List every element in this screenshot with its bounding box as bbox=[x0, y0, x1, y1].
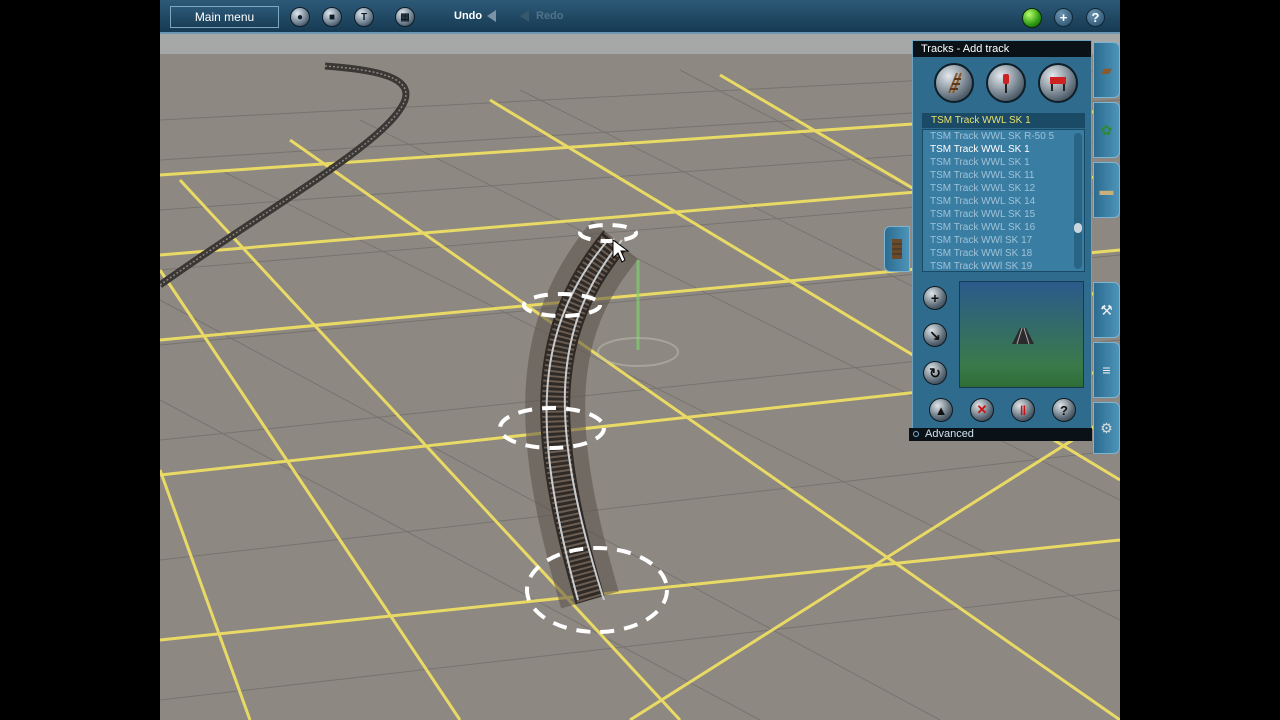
terrain-icon: ▰ bbox=[1101, 61, 1112, 78]
layers-icon: ≡ bbox=[1102, 362, 1111, 378]
list-item[interactable]: TSM Track WWl SK 19 bbox=[923, 260, 1084, 273]
list-item[interactable]: TSM Track WWl SK 17 bbox=[923, 234, 1084, 247]
undo-label[interactable]: Undo bbox=[454, 10, 482, 22]
tracks-panel: Tracks - Add track TSM Track WWL SK 1 TS… bbox=[912, 40, 1092, 440]
main-menu-button[interactable]: Main menu bbox=[170, 6, 279, 28]
list-item[interactable]: TSM Track WWL SK R-50 5 bbox=[923, 130, 1084, 143]
wrench-icon: ⚒ bbox=[1100, 301, 1113, 318]
redo-arrow-icon bbox=[520, 10, 529, 22]
track-preview bbox=[959, 281, 1084, 388]
top-toolbar: Main menu ● ■ T ▦ Undo Redo + ? bbox=[160, 0, 1120, 34]
tools-icon[interactable]: T bbox=[354, 7, 374, 27]
advanced-radio-icon bbox=[913, 431, 919, 437]
zoom-in-button[interactable]: + bbox=[923, 286, 947, 310]
list-item[interactable]: TSM Track WWL SK 15 bbox=[923, 208, 1084, 221]
panel-title: Tracks - Add track bbox=[913, 41, 1091, 57]
list-item[interactable]: TSM Track WWL SK 1 bbox=[923, 143, 1084, 156]
fire-tool-button[interactable]: ▲ bbox=[929, 398, 953, 422]
tree-icon: ✿ bbox=[1100, 121, 1113, 138]
signal-icon bbox=[1003, 74, 1009, 93]
track-preview-image bbox=[1012, 327, 1034, 345]
delete-button[interactable]: ✕ bbox=[970, 398, 994, 422]
terrain-tab[interactable]: ▰ bbox=[1093, 42, 1120, 98]
add-buffer-button[interactable] bbox=[1038, 63, 1078, 103]
globe-icon[interactable]: ● bbox=[290, 7, 310, 27]
list-item[interactable]: TSM Track WWL SK 14 bbox=[923, 195, 1084, 208]
grid-icon[interactable]: ▦ bbox=[395, 7, 415, 27]
selected-track-label: TSM Track WWL SK 1 bbox=[922, 113, 1085, 128]
track-piece-icon bbox=[892, 239, 902, 259]
track-list[interactable]: TSM Track WWL SK R-50 5 TSM Track WWL SK… bbox=[922, 129, 1085, 272]
layers-tab[interactable]: ≡ bbox=[1093, 342, 1120, 398]
curve-tool-button[interactable]: ↘ bbox=[923, 323, 947, 347]
add-icon[interactable]: + bbox=[1054, 8, 1073, 27]
rotate-tool-button[interactable]: ↻ bbox=[923, 361, 947, 385]
status-light-icon[interactable] bbox=[1022, 8, 1042, 28]
help-icon[interactable]: ? bbox=[1086, 8, 1105, 27]
add-signal-button[interactable] bbox=[986, 63, 1026, 103]
stop-icon[interactable]: ■ bbox=[322, 7, 342, 27]
list-item[interactable]: TSM Track WWL SK 11 bbox=[923, 169, 1084, 182]
list-scrollbar[interactable] bbox=[1074, 133, 1082, 269]
tools-tab[interactable]: ⚒ bbox=[1093, 282, 1120, 338]
split-tool-button[interactable]: ‖ bbox=[1011, 398, 1035, 422]
track-tool-tab[interactable] bbox=[884, 226, 910, 272]
list-item[interactable]: TSM Track WWL SK 16 bbox=[923, 221, 1084, 234]
list-item[interactable]: TSM Track WWL SK 1 bbox=[923, 156, 1084, 169]
tracks-tab[interactable]: ▬ bbox=[1093, 162, 1120, 218]
redo-label: Redo bbox=[536, 10, 564, 22]
list-item[interactable]: TSM Track WWL SK 12 bbox=[923, 182, 1084, 195]
advanced-toggle[interactable]: Advanced bbox=[909, 428, 1092, 441]
objects-tab[interactable]: ✿ bbox=[1093, 102, 1120, 158]
advanced-label: Advanced bbox=[925, 428, 974, 440]
undo-arrow-icon[interactable] bbox=[487, 10, 496, 22]
add-track-button[interactable] bbox=[934, 63, 974, 103]
gear-icon: ⚙ bbox=[1100, 419, 1113, 436]
track-icon: ▬ bbox=[1099, 182, 1114, 198]
settings-tab[interactable]: ⚙ bbox=[1093, 402, 1120, 454]
list-item[interactable]: TSM Track WWl SK 18 bbox=[923, 247, 1084, 260]
scroll-thumb[interactable] bbox=[1074, 223, 1082, 233]
track-ladder-icon bbox=[948, 72, 962, 94]
panel-help-button[interactable]: ? bbox=[1052, 398, 1076, 422]
buffer-stop-icon bbox=[1050, 77, 1066, 91]
tool-tab-strip: ▰ ✿ ▬ ⚒ ≡ ⚙ bbox=[1093, 40, 1120, 460]
